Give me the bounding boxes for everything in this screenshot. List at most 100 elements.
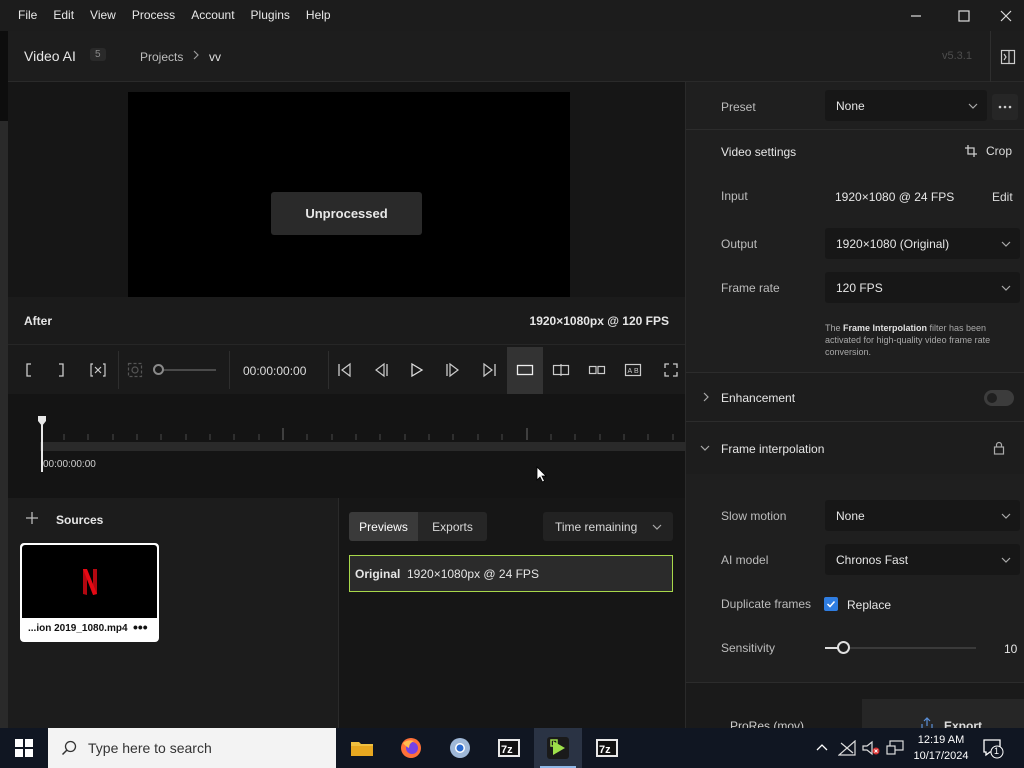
chevron-down-icon <box>1001 513 1011 519</box>
plus-icon <box>26 512 38 524</box>
ai-model-dropdown[interactable]: Chronos Fast <box>825 544 1020 575</box>
replace-checkbox[interactable] <box>824 597 838 611</box>
zoom-fit-icon <box>127 362 143 378</box>
skip-end-icon <box>483 362 496 378</box>
menu-help[interactable]: Help <box>298 0 339 31</box>
sources-title: Sources <box>56 513 104 527</box>
menu-view[interactable]: View <box>82 0 124 31</box>
ai-model-label: AI model <box>721 553 769 567</box>
preview-row-detail: 1920×1080px @ 24 FPS <box>407 567 539 581</box>
slow-motion-value: None <box>836 509 865 523</box>
notifications-button[interactable]: 1 <box>982 737 1004 759</box>
app-header: Video AI 5 Projects vv v5.3.1 <box>8 31 1024 82</box>
taskbar-video-ai[interactable] <box>534 728 582 768</box>
minimize-button[interactable] <box>892 0 940 31</box>
prev-frame-button[interactable] <box>368 357 394 383</box>
zoom-slider-handle[interactable] <box>153 364 164 375</box>
fullscreen-button[interactable] <box>658 357 684 383</box>
view-single-button[interactable] <box>512 357 538 383</box>
enhancement-label: Enhancement <box>721 391 796 405</box>
timeline-track[interactable] <box>40 442 685 451</box>
version-label: v5.3.1 <box>942 50 972 62</box>
clear-marks-button[interactable] <box>85 357 111 383</box>
clock-time: 12:19 AM <box>917 734 965 746</box>
sidebar-toggle-icon <box>1000 49 1015 64</box>
preset-label: Preset <box>721 100 756 114</box>
tab-previews[interactable]: Previews <box>349 512 418 541</box>
add-source-button[interactable] <box>24 510 40 526</box>
menu-account[interactable]: Account <box>183 0 242 31</box>
transport-bar: 00:00:00:00 AB <box>8 344 685 394</box>
source-thumbnail[interactable]: ...ion 2019_1080.mp4 ••• <box>20 543 159 642</box>
menu-edit[interactable]: Edit <box>45 0 82 31</box>
volume-muted-icon[interactable] <box>862 740 880 756</box>
compare-button[interactable]: AB <box>620 357 646 383</box>
start-button[interactable] <box>0 728 48 768</box>
play-button[interactable] <box>404 357 430 383</box>
timeline-ruler <box>63 428 674 440</box>
step-back-icon <box>375 362 388 378</box>
menu-process[interactable]: Process <box>124 0 183 31</box>
frame-interpolation-note: The Frame Interpolation filter has been … <box>825 323 991 357</box>
taskbar-chrome[interactable] <box>436 728 484 768</box>
frame-rate-dropdown[interactable]: 120 FPS <box>825 272 1020 303</box>
zoom-fit-button[interactable] <box>122 357 148 383</box>
go-to-start-button[interactable] <box>332 357 358 383</box>
mark-out-button[interactable] <box>48 357 74 383</box>
preview-row-original[interactable]: Original 1920×1080px @ 24 FPS <box>349 555 673 592</box>
export-button[interactable]: Export <box>862 699 1024 733</box>
ai-model-value: Chronos Fast <box>836 553 909 567</box>
netflix-logo-icon <box>82 568 97 595</box>
more-horizontal-icon <box>998 105 1012 109</box>
maximize-button[interactable] <box>940 0 988 31</box>
timeline[interactable]: 00:00:00:00 <box>8 394 685 498</box>
chevron-down-icon <box>968 103 978 109</box>
video-ai-icon <box>547 737 569 759</box>
network-icon[interactable] <box>838 740 856 756</box>
crop-button[interactable]: Crop <box>964 144 1012 158</box>
zoom-slider-track[interactable] <box>158 369 216 371</box>
taskbar-search[interactable]: Type here to search <box>48 728 336 768</box>
taskbar-7zip-2[interactable]: 7z <box>583 728 631 768</box>
sensitivity-slider-handle[interactable] <box>837 641 850 654</box>
chevron-down-icon <box>1001 241 1011 247</box>
preset-dropdown[interactable]: None <box>825 90 987 121</box>
view-split-button[interactable] <box>548 357 574 383</box>
taskbar-firefox[interactable] <box>387 728 435 768</box>
panel-toggle-button[interactable] <box>990 31 1024 82</box>
preset-more-button[interactable] <box>992 94 1018 120</box>
menu-plugins[interactable]: Plugins <box>243 0 298 31</box>
tab-exports[interactable]: Exports <box>418 512 487 541</box>
sort-dropdown[interactable]: Time remaining <box>543 512 673 541</box>
mark-in-button[interactable] <box>16 357 42 383</box>
close-button[interactable] <box>988 0 1024 31</box>
settings-panel: Preset None Video settings Crop Input 19… <box>685 82 1024 733</box>
view-side-by-side-button[interactable] <box>584 357 610 383</box>
source-thumbnail-image <box>22 545 157 618</box>
taskbar-clock[interactable]: 12:19 AM 10/17/2024 <box>908 732 974 764</box>
chevron-right-icon <box>193 50 199 60</box>
mouse-cursor-icon <box>536 466 547 483</box>
go-to-end-button[interactable] <box>476 357 502 383</box>
edit-input-button[interactable]: Edit <box>992 190 1013 204</box>
taskbar-file-explorer[interactable] <box>338 728 386 768</box>
output-dropdown[interactable]: 1920×1080 (Original) <box>825 228 1020 259</box>
frame-interpolation-section[interactable]: Frame interpolation <box>686 422 1024 474</box>
source-more-button[interactable]: ••• <box>133 619 148 635</box>
slow-motion-dropdown[interactable]: None <box>825 500 1020 531</box>
menu-file[interactable]: File <box>0 0 45 31</box>
chevron-up-icon[interactable] <box>816 742 828 752</box>
sort-value: Time remaining <box>555 520 638 534</box>
frame-rate-value: 120 FPS <box>836 281 883 295</box>
breadcrumb-current[interactable]: vv <box>209 50 221 64</box>
search-icon <box>61 740 77 756</box>
video-settings-title: Video settings <box>721 145 797 159</box>
unprocessed-overlay: Unprocessed <box>271 192 422 235</box>
enhancement-section[interactable]: Enhancement <box>686 373 1024 421</box>
breadcrumb-projects[interactable]: Projects <box>140 50 183 64</box>
taskbar-7zip-1[interactable]: 7z <box>485 728 533 768</box>
display-icon[interactable] <box>886 740 904 756</box>
enhancement-toggle[interactable] <box>984 390 1014 406</box>
clock-date: 10/17/2024 <box>913 750 969 762</box>
next-frame-button[interactable] <box>440 357 466 383</box>
